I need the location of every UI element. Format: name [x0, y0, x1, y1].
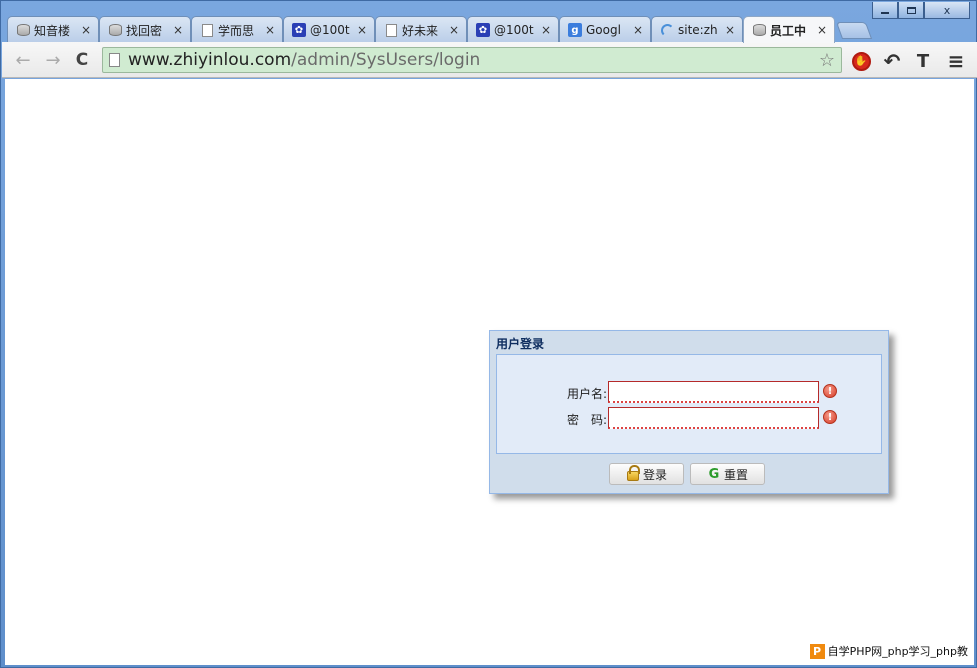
bookmark-star-icon[interactable]: ☆: [819, 50, 835, 71]
tab-close-icon[interactable]: ×: [540, 23, 552, 37]
database-icon: [108, 23, 122, 37]
paw-icon: ✿: [476, 23, 490, 37]
tab-close-icon[interactable]: ×: [448, 23, 460, 37]
tab-close-icon[interactable]: ×: [632, 23, 644, 37]
browser-window: x 知音楼 × 找回密 × 学而思 × ✿ @100t × 好未来 × ✿ @1…: [0, 0, 977, 668]
window-close-button[interactable]: x: [924, 2, 970, 19]
spinner-icon: [660, 23, 674, 37]
reload-button[interactable]: C: [71, 50, 93, 70]
maximize-icon: [906, 6, 916, 14]
tab-title: @100t: [494, 23, 534, 37]
tab-title: 好未来: [402, 23, 439, 38]
reset-button[interactable]: G 重置: [690, 463, 765, 485]
tab-6[interactable]: ✿ @100t ×: [467, 16, 559, 43]
database-icon: [752, 23, 766, 37]
url-text[interactable]: www.zhiyinlou.com/admin/SysUsers/login: [128, 50, 480, 70]
page-icon: [109, 53, 120, 67]
password-row: 密 码: !: [497, 407, 881, 429]
tab-title: @100t: [310, 23, 350, 37]
dialog-title: 用户登录: [496, 337, 545, 351]
tab-title: 找回密: [126, 23, 163, 38]
page-icon: [200, 23, 214, 37]
tab-title: 员工中: [770, 23, 807, 38]
login-button-label: 登录: [642, 467, 667, 482]
tab-9-active[interactable]: 员工中 ×: [743, 16, 835, 43]
new-tab-button[interactable]: [835, 22, 873, 39]
window-controls: x: [872, 2, 970, 19]
back-button[interactable]: ←: [12, 50, 34, 71]
login-dialog: 用户登录 用户名: ! 密 码: ! 登录 G 重置: [489, 330, 889, 494]
page-icon: [384, 23, 398, 37]
reset-button-label: 重置: [723, 467, 748, 482]
username-row: 用户名: !: [497, 381, 881, 403]
url-path: /admin/SysUsers/login: [291, 50, 481, 70]
tab-title: 知音楼: [34, 23, 71, 38]
database-icon: [16, 23, 30, 37]
menu-button[interactable]: ≡: [945, 49, 967, 73]
forward-button[interactable]: →: [42, 50, 64, 71]
tab-title: site:zh: [678, 23, 718, 37]
paw-icon: ✿: [292, 23, 306, 37]
tab-title: 学而思: [218, 23, 255, 38]
tab-close-icon[interactable]: ×: [356, 23, 368, 37]
username-input[interactable]: [608, 381, 819, 403]
lock-icon: [626, 465, 640, 481]
site-watermark: P 自学PHP网_php学习_php教: [807, 641, 970, 661]
url-host: www.zhiyinlou.com: [128, 50, 292, 70]
address-bar[interactable]: www.zhiyinlou.com/admin/SysUsers/login ☆: [102, 47, 842, 73]
undo-extension-button[interactable]: ↶: [881, 49, 903, 73]
adblock-extension-button[interactable]: ✋: [850, 50, 872, 72]
tab-close-icon[interactable]: ×: [80, 23, 92, 37]
tab-close-icon[interactable]: ×: [724, 23, 736, 37]
tab-close-icon[interactable]: ×: [816, 23, 828, 37]
login-form: 用户名: ! 密 码: !: [496, 354, 882, 454]
tab-8[interactable]: site:zh ×: [651, 16, 743, 43]
username-label: 用户名:: [566, 387, 607, 401]
tab-5[interactable]: 好未来 ×: [375, 16, 467, 43]
login-button[interactable]: 登录: [609, 463, 684, 485]
php-logo-icon: P: [809, 643, 825, 659]
password-label: 密 码:: [566, 413, 607, 427]
minimize-icon: [881, 12, 889, 14]
tab-3[interactable]: 学而思 ×: [191, 16, 283, 43]
dialog-buttons: 登录 G 重置: [490, 463, 888, 485]
minimize-button[interactable]: [872, 2, 898, 19]
reset-icon: G: [708, 466, 720, 482]
tab-close-icon[interactable]: ×: [172, 23, 184, 37]
browser-toolbar: ← → C www.zhiyinlou.com/admin/SysUsers/l…: [2, 42, 977, 78]
tab-close-icon[interactable]: ×: [264, 23, 276, 37]
tab-title: Googl: [586, 23, 621, 37]
tab-2[interactable]: 找回密 ×: [99, 16, 191, 43]
error-icon: !: [823, 384, 837, 398]
maximize-button[interactable]: [898, 2, 924, 19]
watermark-text: 自学PHP网_php学习_php教: [827, 645, 968, 658]
stop-hand-icon: ✋: [851, 51, 871, 71]
tab-1[interactable]: 知音楼 ×: [7, 16, 99, 43]
tab-4[interactable]: ✿ @100t ×: [283, 16, 375, 43]
password-input[interactable]: [608, 407, 819, 429]
page-viewport: 用户登录 用户名: ! 密 码: ! 登录 G 重置 P 自学PHP网_php学…: [5, 79, 974, 665]
tab-7[interactable]: g Googl ×: [559, 16, 651, 43]
error-icon: !: [823, 410, 837, 424]
google-icon: g: [568, 23, 582, 37]
tab-strip: 知音楼 × 找回密 × 学而思 × ✿ @100t × 好未来 × ✿ @100…: [7, 16, 873, 43]
text-extension-button[interactable]: T: [912, 50, 934, 72]
